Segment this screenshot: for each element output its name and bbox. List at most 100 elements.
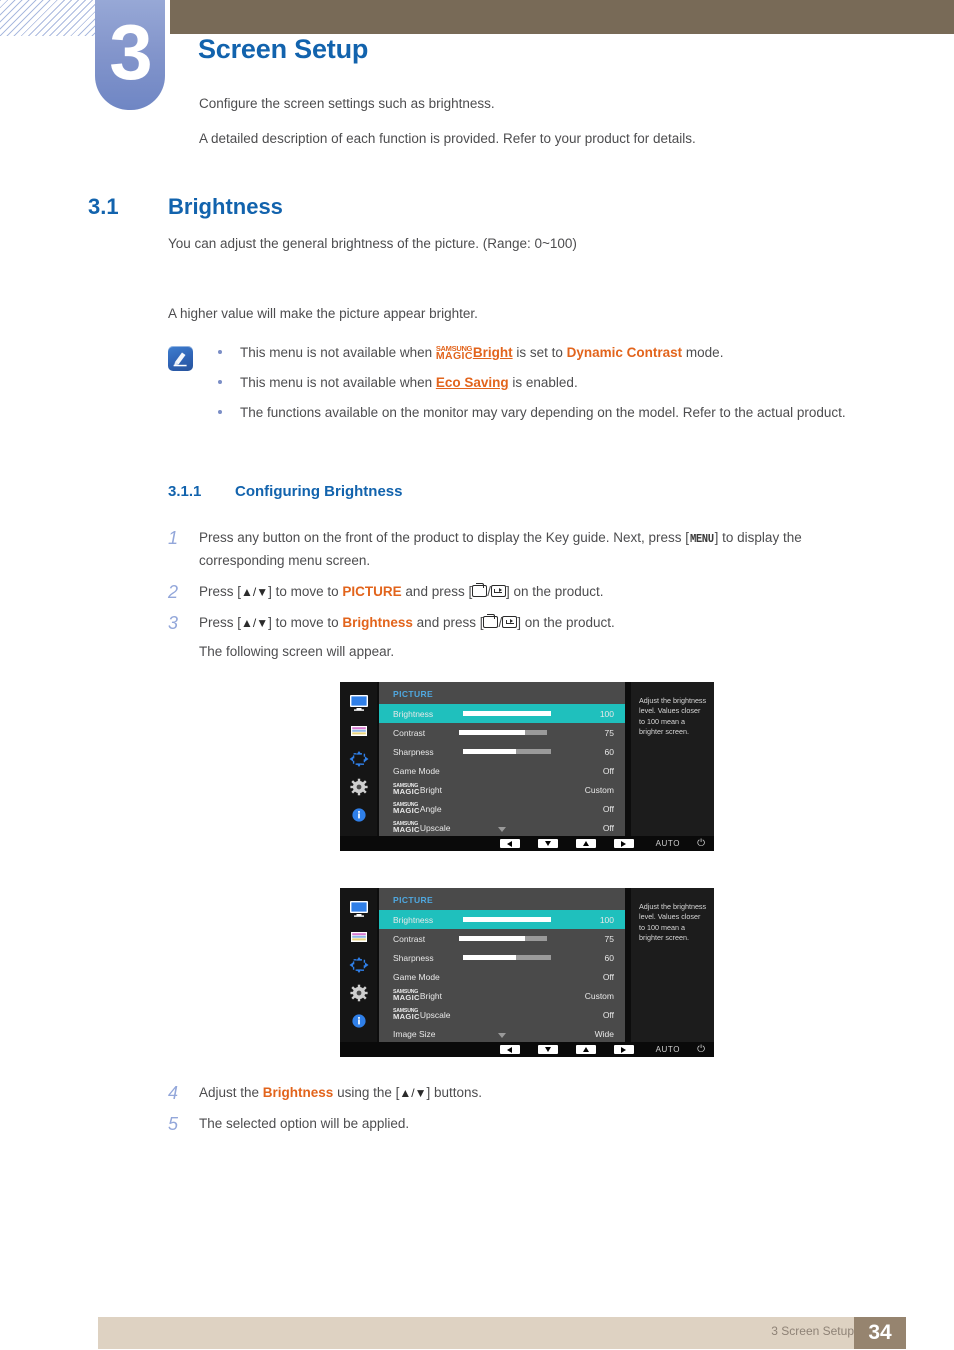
- note-1-pre: This menu is not available when: [240, 345, 436, 360]
- scroll-down-caret-icon[interactable]: [498, 1033, 506, 1038]
- osd-row-value: 75: [604, 727, 614, 738]
- step-2: 2 Press [▲/▼] to move to PICTURE and pre…: [168, 581, 883, 603]
- down-arrow-key[interactable]: [537, 1045, 558, 1054]
- step-4-number: 4: [168, 1083, 179, 1103]
- power-icon[interactable]: ⏻: [697, 1044, 705, 1055]
- eco-saving-link[interactable]: Eco Saving: [436, 375, 509, 390]
- step-3-c: and press [: [412, 615, 484, 630]
- osd-row-label: Sharpness: [393, 952, 434, 963]
- osd-menu-row[interactable]: SAMSUNG MAGIC Angle Off: [379, 799, 625, 818]
- osd-menu-row[interactable]: Contrast 75: [379, 723, 625, 742]
- osd-2-tooltip: Adjust the brightness level. Values clos…: [631, 888, 714, 1042]
- step-2-c: and press [: [401, 584, 473, 599]
- color-bars-icon[interactable]: [348, 928, 370, 946]
- scroll-down-caret-icon[interactable]: [498, 827, 506, 832]
- osd-menu-row[interactable]: SAMSUNG MAGIC Bright Custom: [379, 780, 625, 799]
- note-2-pre: This menu is not available when: [240, 374, 436, 390]
- header-brown-bar: [170, 0, 954, 34]
- osd-slider[interactable]: [458, 730, 547, 735]
- osd-row-label: Bright: [419, 784, 443, 795]
- osd-row-label: Contrast: [393, 933, 426, 944]
- page-number: 34: [854, 1317, 906, 1349]
- step-4: 4 Adjust the Brightness using the [▲/▼] …: [168, 1082, 883, 1104]
- footer-bar: [98, 1317, 858, 1349]
- right-arrow-key[interactable]: [613, 1045, 634, 1054]
- magic-bright-link[interactable]: Bright: [473, 345, 513, 360]
- samsung-magic-logo: SAMSUNG MAGIC: [393, 803, 420, 814]
- step-2-text: Press [▲/▼] to move to PICTURE and press…: [168, 581, 883, 603]
- osd-magic-label: SAMSUNG MAGIC Bright: [393, 990, 442, 1001]
- osd-menu-row[interactable]: Game Mode Off: [379, 761, 625, 780]
- position-arrows-icon[interactable]: [348, 956, 370, 974]
- source-key-icon: [483, 613, 499, 628]
- osd-row-value: Off: [602, 765, 614, 776]
- osd-slider[interactable]: [462, 955, 551, 960]
- osd-menu-row[interactable]: Game Mode Off: [379, 967, 625, 986]
- osd-slider[interactable]: [458, 936, 547, 941]
- osd-magic-label: SAMSUNG MAGIC Upscale: [393, 1009, 451, 1020]
- info-icon[interactable]: [348, 806, 370, 824]
- color-bars-icon[interactable]: [348, 722, 370, 740]
- osd-menu-row[interactable]: Brightness 100: [379, 910, 625, 929]
- step-1: 1 Press any button on the front of the p…: [168, 527, 883, 571]
- osd-1-tooltip: Adjust the brightness level. Values clos…: [631, 682, 714, 836]
- bullet-icon: [218, 350, 222, 354]
- info-icon[interactable]: [348, 1012, 370, 1030]
- note-list: This menu is not available when SAMSUNG M…: [208, 343, 908, 433]
- osd-row-value: Off: [602, 1009, 614, 1020]
- step-3-a: Press [: [199, 615, 242, 630]
- gear-icon[interactable]: [348, 984, 370, 1002]
- magic-bottom: MAGIC: [435, 350, 473, 362]
- osd-menu-row[interactable]: Brightness 100: [379, 704, 625, 723]
- chapter-lead-2: A detailed description of each function …: [199, 131, 696, 146]
- step-2-number: 2: [168, 582, 179, 602]
- step-1-a: Press any button on the front of the pro…: [199, 530, 690, 545]
- osd-row-slider-area: [433, 917, 580, 922]
- section-paragraph-2: A higher value will make the picture app…: [168, 306, 478, 321]
- up-arrow-key[interactable]: [575, 1045, 596, 1054]
- bullet-icon: [218, 379, 222, 384]
- section-number: 3.1: [88, 194, 119, 219]
- position-arrows-icon[interactable]: [348, 750, 370, 768]
- enter-key-icon: [490, 585, 506, 597]
- note-item-2: This menu is not available when Eco Savi…: [208, 373, 908, 394]
- down-arrow-key[interactable]: [537, 839, 558, 848]
- up-arrow-key[interactable]: [575, 839, 596, 848]
- chapter-lead-1: Configure the screen settings such as br…: [199, 96, 495, 111]
- gear-icon[interactable]: [348, 778, 370, 796]
- osd-slider-fill: [462, 749, 516, 754]
- samsung-magic-logo: SAMSUNG MAGIC: [393, 784, 420, 795]
- osd-menu-row[interactable]: SAMSUNG MAGIC Bright Custom: [379, 986, 625, 1005]
- osd-screenshot-1: PICTURE Brightness 100 Contrast 75 Sharpness…: [340, 682, 714, 851]
- osd-slider[interactable]: [462, 917, 551, 922]
- osd-row-value: 60: [604, 746, 614, 757]
- step-4-c: ] buttons.: [426, 1085, 482, 1100]
- osd-menu-row[interactable]: SAMSUNG MAGIC Upscale Off: [379, 1005, 625, 1024]
- osd-menu-row[interactable]: Sharpness 60: [379, 948, 625, 967]
- right-arrow-key[interactable]: [613, 839, 634, 848]
- power-icon[interactable]: ⏻: [697, 838, 705, 849]
- osd-slider[interactable]: [462, 711, 551, 716]
- left-arrow-key[interactable]: [499, 839, 520, 848]
- osd-slider[interactable]: [462, 749, 551, 754]
- osd-row-label: Upscale: [419, 1009, 451, 1020]
- left-arrow-key[interactable]: [499, 1045, 520, 1054]
- magic-bottom: MAGIC: [393, 824, 420, 834]
- osd-row-value: Custom: [584, 784, 614, 795]
- samsung-magic-logo: SAMSUNG MAGIC: [393, 1009, 420, 1020]
- osd-row-label: Contrast: [393, 727, 426, 738]
- monitor-icon[interactable]: [348, 694, 370, 712]
- auto-key-label[interactable]: AUTO: [656, 1045, 680, 1054]
- auto-key-label[interactable]: AUTO: [656, 839, 680, 848]
- osd-slider-fill: [462, 711, 551, 716]
- osd-row-label: Image Size: [393, 1028, 436, 1039]
- osd-menu-row[interactable]: Contrast 75: [379, 929, 625, 948]
- step-4-a: Adjust the: [199, 1085, 263, 1100]
- osd-slider-fill: [462, 955, 516, 960]
- osd-1-menu-title: PICTURE: [393, 689, 434, 699]
- monitor-icon[interactable]: [348, 900, 370, 918]
- step-5: 5 The selected option will be applied.: [168, 1113, 883, 1135]
- osd-menu-row[interactable]: Sharpness 60: [379, 742, 625, 761]
- step-4-b: using the [: [333, 1085, 400, 1100]
- osd-1-key-guide: AUTO ⏻: [340, 836, 714, 851]
